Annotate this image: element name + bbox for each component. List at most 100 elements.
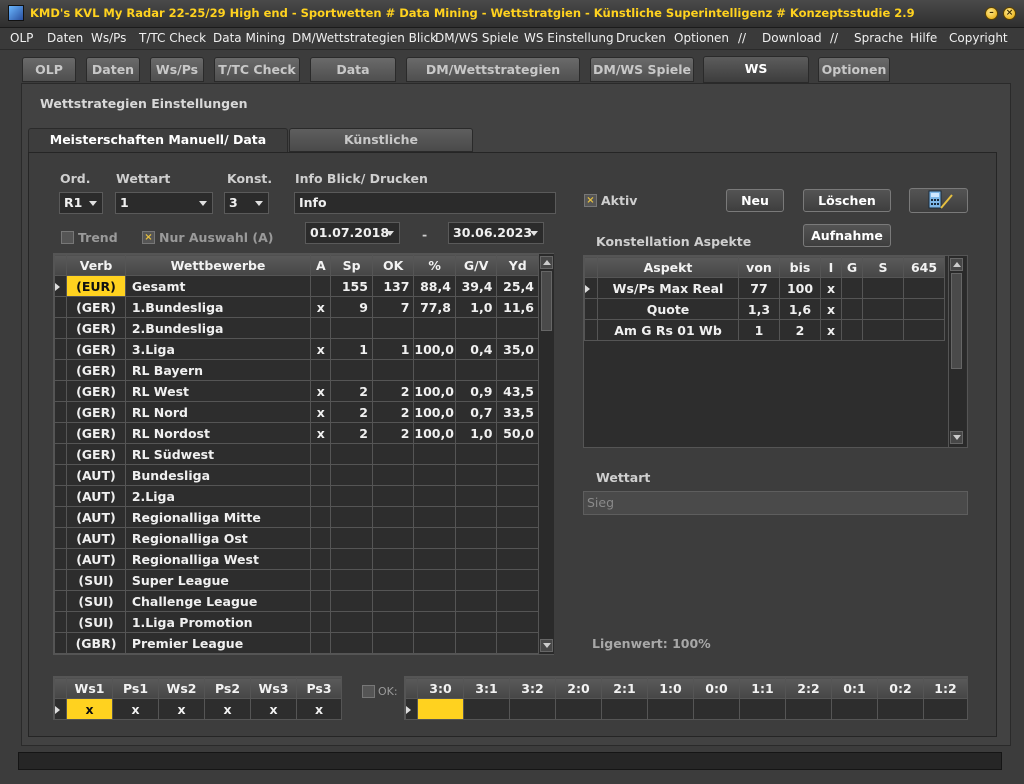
cell-yd[interactable] <box>496 359 539 381</box>
cell-yd[interactable] <box>496 611 539 633</box>
menu-dm-wettstrategien-blick[interactable]: DM/Wettstrategien Blick <box>292 31 437 45</box>
menu-hilfe[interactable]: Hilfe <box>910 31 937 45</box>
cell-i[interactable]: x <box>820 298 842 320</box>
cell-ok[interactable]: 2 <box>371 401 415 423</box>
cell-pct[interactable]: 100,0 <box>413 401 456 423</box>
column-header[interactable]: 3:1 <box>463 677 510 699</box>
menu-dm-ws-spiele[interactable]: DM/WS Spiele <box>435 31 519 45</box>
row-selector[interactable] <box>53 401 68 423</box>
cell-verb[interactable]: (GBR) <box>66 632 126 654</box>
cell-a[interactable] <box>310 275 332 297</box>
score-cell[interactable] <box>647 698 694 720</box>
cell-verb[interactable]: (GER) <box>66 380 126 402</box>
cell-verb[interactable]: (SUI) <box>66 611 126 633</box>
cell-ok[interactable] <box>371 632 415 654</box>
table-row[interactable]: (EUR) Gesamt 155 137 88,4 39,4 25,4 <box>53 275 539 297</box>
column-header[interactable]: 2:2 <box>785 677 832 699</box>
cell-name[interactable]: Premier League <box>124 632 312 654</box>
table-row[interactable]: (GBR) Premier League <box>53 632 539 654</box>
column-header[interactable]: Ps3 <box>296 677 342 699</box>
cell-a[interactable] <box>310 359 332 381</box>
row-selector[interactable] <box>53 590 68 612</box>
row-selector[interactable] <box>584 277 598 299</box>
row-selector[interactable] <box>53 296 68 318</box>
table-row[interactable]: (GER) 1.Bundesliga x 9 7 77,8 1,0 11,6 <box>53 296 539 318</box>
cell-sp[interactable] <box>330 632 373 654</box>
cell-ok[interactable] <box>371 317 415 339</box>
cell-gv[interactable]: 0,4 <box>454 338 498 360</box>
table-row[interactable]: (AUT) Regionalliga West <box>53 548 539 570</box>
cell-gv[interactable] <box>454 317 498 339</box>
tab-t-tc-check[interactable]: T/TC Check <box>214 57 300 82</box>
cell-bis[interactable]: 2 <box>779 319 821 341</box>
menu-ws-ps[interactable]: Ws/Ps <box>91 31 126 45</box>
cell-yd[interactable]: 35,0 <box>496 338 539 360</box>
cell-a[interactable] <box>310 548 332 570</box>
cell-sp[interactable] <box>330 485 373 507</box>
print-calc-button[interactable] <box>909 188 968 213</box>
cell-g[interactable] <box>841 319 863 341</box>
score-cell[interactable] <box>785 698 832 720</box>
cell-name[interactable]: Bundesliga <box>124 464 312 486</box>
cell-name[interactable]: Challenge League <box>124 590 312 612</box>
cell-a[interactable]: x <box>310 422 332 444</box>
table-row[interactable]: Ws/Ps Max Real 77 100 x <box>584 277 945 299</box>
cell-name[interactable]: 2.Liga <box>124 485 312 507</box>
cell-a[interactable] <box>310 569 332 591</box>
cell-gv[interactable]: 0,7 <box>454 401 498 423</box>
cell-sp[interactable]: 2 <box>330 401 373 423</box>
cell-gv[interactable] <box>454 527 498 549</box>
cell-pct[interactable] <box>413 443 456 465</box>
column-header[interactable]: 3:0 <box>417 677 464 699</box>
score-cell[interactable] <box>509 698 556 720</box>
cell-name[interactable]: Regionalliga Ost <box>124 527 312 549</box>
cell-ok[interactable]: 2 <box>371 422 415 444</box>
row-selector[interactable] <box>53 275 68 297</box>
cell-yd[interactable] <box>496 485 539 507</box>
cell-sp[interactable] <box>330 590 373 612</box>
cell-pct[interactable] <box>413 527 456 549</box>
tab-ws-ps[interactable]: Ws/Ps <box>150 57 204 82</box>
cell-name[interactable]: RL West <box>124 380 312 402</box>
menu-copyright[interactable]: Copyright <box>949 31 1008 45</box>
cell-pct[interactable] <box>413 359 456 381</box>
cell-a[interactable]: x <box>310 296 332 318</box>
row-selector[interactable] <box>53 317 68 339</box>
column-header[interactable]: S <box>862 256 904 278</box>
column-header[interactable]: 2:0 <box>555 677 602 699</box>
column-header[interactable]: Yd <box>496 254 539 276</box>
cell-ok[interactable] <box>371 506 415 528</box>
cell-sp[interactable] <box>330 527 373 549</box>
table-row[interactable]: (SUI) Challenge League <box>53 590 539 612</box>
row-selector[interactable] <box>53 464 68 486</box>
cell-verb[interactable]: (AUT) <box>66 464 126 486</box>
table-row[interactable]: (GER) 2.Bundesliga <box>53 317 539 339</box>
cell-von[interactable]: 77 <box>738 277 780 299</box>
cell-a[interactable] <box>310 443 332 465</box>
ws-ps-cell[interactable]: x <box>158 698 205 720</box>
column-header[interactable]: 645 <box>903 256 945 278</box>
score-cell[interactable] <box>463 698 510 720</box>
cell-sp[interactable] <box>330 359 373 381</box>
cell-ok[interactable] <box>371 569 415 591</box>
cell-aspekt[interactable]: Quote <box>597 298 739 320</box>
cell-verb[interactable]: (AUT) <box>66 527 126 549</box>
column-header[interactable]: % <box>413 254 456 276</box>
cell-yd[interactable] <box>496 506 539 528</box>
cell-a[interactable] <box>310 485 332 507</box>
cell-gv[interactable]: 0,9 <box>454 380 498 402</box>
cell-sp[interactable] <box>330 611 373 633</box>
cell-yd[interactable] <box>496 317 539 339</box>
competitions-scrollbar[interactable] <box>538 254 554 654</box>
row-selector[interactable] <box>54 698 67 720</box>
cell-name[interactable]: 3.Liga <box>124 338 312 360</box>
cell-s[interactable] <box>862 319 904 341</box>
cell-ok[interactable]: 7 <box>371 296 415 318</box>
konstellation-scrollbar[interactable] <box>948 256 966 447</box>
cell-sp[interactable] <box>330 443 373 465</box>
tab-ws-einstellung[interactable]: WS Einstellung <box>703 56 809 99</box>
cell-gv[interactable]: 1,0 <box>454 296 498 318</box>
column-header[interactable]: Wettbewerbe <box>124 254 312 276</box>
cell-ok[interactable] <box>371 590 415 612</box>
cell-ok[interactable] <box>371 485 415 507</box>
